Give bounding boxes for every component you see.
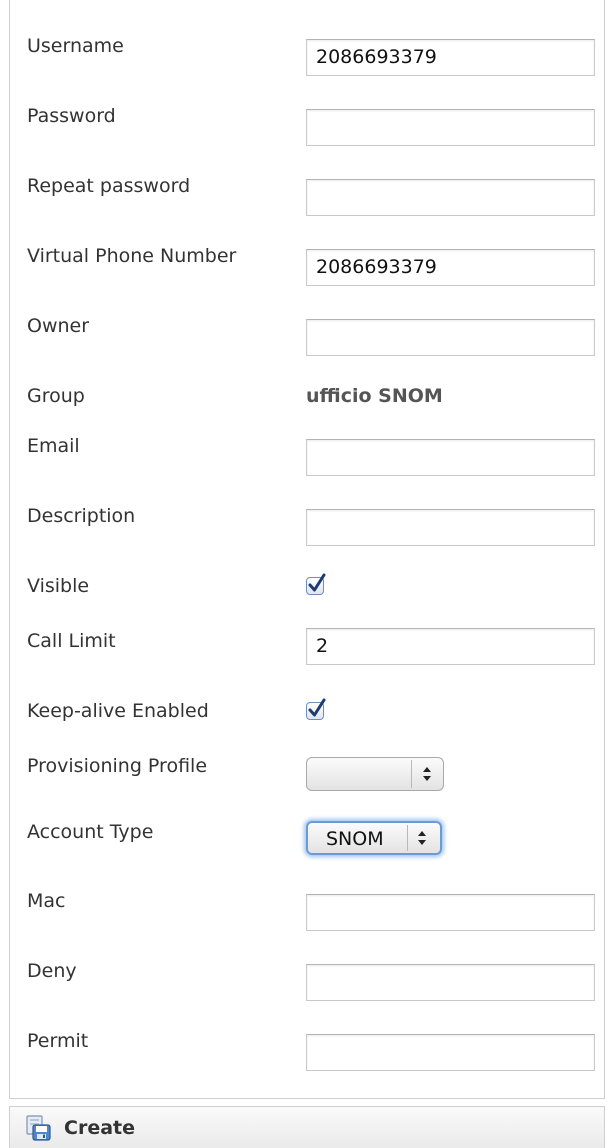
deny-field[interactable]: [306, 964, 595, 1001]
account-type-selected: SNOM: [326, 828, 384, 850]
repeat-password-field[interactable]: [306, 179, 595, 216]
account-form-panel: Username 2086693379 Password Repeat pass…: [9, 0, 605, 1099]
password-field[interactable]: [306, 109, 595, 146]
visible-label: Visible: [27, 575, 90, 597]
checkmark-icon: [308, 573, 326, 592]
select-arrows-icon: [423, 767, 431, 781]
mac-label: Mac: [27, 890, 66, 912]
keep-alive-label: Keep-alive Enabled: [27, 700, 209, 722]
checkmark-icon: [308, 698, 326, 717]
mac-field[interactable]: [306, 894, 595, 931]
create-label: Create: [64, 1117, 135, 1139]
account-type-select[interactable]: SNOM: [306, 821, 442, 855]
call-limit-field[interactable]: 2: [306, 628, 595, 665]
password-label: Password: [27, 105, 116, 127]
account-type-label: Account Type: [27, 821, 154, 843]
description-label: Description: [27, 505, 136, 527]
description-field[interactable]: [306, 509, 595, 546]
virtual-phone-number-field[interactable]: 2086693379: [306, 249, 595, 286]
permit-label: Permit: [27, 1030, 89, 1052]
owner-label: Owner: [27, 315, 90, 337]
group-value: ufficio SNOM: [306, 385, 443, 407]
save-icon: [26, 1115, 51, 1141]
email-label: Email: [27, 435, 80, 457]
create-button[interactable]: Create: [24, 1113, 135, 1143]
deny-label: Deny: [27, 960, 77, 982]
provisioning-profile-select[interactable]: [306, 757, 444, 791]
repeat-password-label: Repeat password: [27, 175, 191, 197]
call-limit-label: Call Limit: [27, 630, 116, 652]
visible-checkbox[interactable]: [306, 573, 326, 595]
username-label: Username: [27, 35, 124, 57]
owner-field[interactable]: [306, 319, 595, 356]
virtual-phone-number-label: Virtual Phone Number: [27, 245, 237, 267]
group-label: Group: [27, 385, 85, 407]
select-arrows-icon: [418, 831, 426, 845]
permit-field[interactable]: [306, 1034, 595, 1071]
keep-alive-checkbox[interactable]: [306, 698, 326, 720]
provisioning-profile-label: Provisioning Profile: [27, 755, 208, 777]
username-field[interactable]: 2086693379: [306, 39, 595, 76]
form-toolbar: Create: [9, 1106, 605, 1148]
email-field[interactable]: [306, 439, 595, 476]
